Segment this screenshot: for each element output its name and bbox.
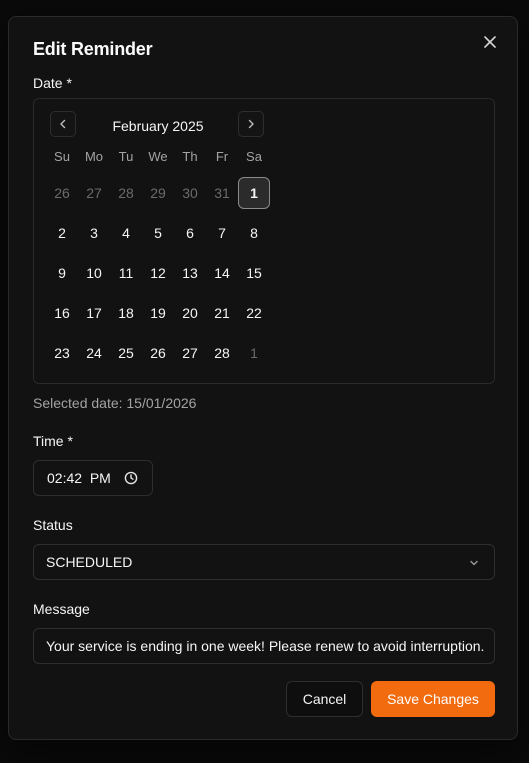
- calendar-day[interactable]: 19: [142, 297, 174, 329]
- date-label: Date *: [33, 75, 72, 91]
- calendar-day[interactable]: 25: [110, 337, 142, 369]
- chevron-right-icon: [248, 119, 254, 129]
- calendar-day[interactable]: 10: [78, 257, 110, 289]
- calendar-day[interactable]: 26: [142, 337, 174, 369]
- calendar-day[interactable]: 23: [46, 337, 78, 369]
- calendar-day[interactable]: 8: [238, 217, 270, 249]
- calendar-day[interactable]: 27: [78, 177, 110, 209]
- calendar-day[interactable]: 7: [206, 217, 238, 249]
- cancel-button[interactable]: Cancel: [286, 681, 363, 717]
- calendar-day[interactable]: 20: [174, 297, 206, 329]
- weekday-header: Su: [54, 149, 70, 164]
- calendar-day[interactable]: 13: [174, 257, 206, 289]
- message-input[interactable]: Your service is ending in one week! Plea…: [33, 628, 495, 664]
- edit-reminder-dialog: Edit Reminder Date * February 2025 Su Mo T…: [8, 16, 518, 740]
- status-value: SCHEDULED: [46, 554, 133, 570]
- next-month-button[interactable]: [238, 111, 264, 137]
- weekday-header: Mo: [84, 149, 104, 164]
- time-value: 02:42 PM: [47, 470, 111, 486]
- calendar-day[interactable]: 16: [46, 297, 78, 329]
- close-icon: [484, 36, 496, 48]
- calendar-day[interactable]: 9: [46, 257, 78, 289]
- calendar-day[interactable]: 28: [206, 337, 238, 369]
- weekday-header: Sa: [246, 149, 262, 164]
- weekday-header: Fr: [215, 149, 229, 164]
- calendar-day[interactable]: 12: [142, 257, 174, 289]
- calendar-day[interactable]: 22: [238, 297, 270, 329]
- calendar-day[interactable]: 6: [174, 217, 206, 249]
- clock-icon[interactable]: [124, 471, 138, 485]
- chevron-down-icon: [470, 560, 478, 566]
- weekday-header: Tu: [118, 149, 134, 164]
- calendar-day[interactable]: 31: [206, 177, 238, 209]
- calendar-day[interactable]: 24: [78, 337, 110, 369]
- weekday-header: Th: [182, 149, 198, 164]
- calendar-day[interactable]: 18: [110, 297, 142, 329]
- calendar-day[interactable]: 11: [110, 257, 142, 289]
- calendar-day[interactable]: 28: [110, 177, 142, 209]
- previous-month-button[interactable]: [50, 111, 76, 137]
- weekday-header: We: [148, 149, 168, 164]
- calendar-day[interactable]: 5: [142, 217, 174, 249]
- calendar-day[interactable]: 17: [78, 297, 110, 329]
- calendar-day[interactable]: 29: [142, 177, 174, 209]
- close-button[interactable]: [481, 33, 499, 51]
- calendar-day[interactable]: 4: [110, 217, 142, 249]
- calendar-day[interactable]: 30: [174, 177, 206, 209]
- status-select[interactable]: SCHEDULED: [33, 544, 495, 580]
- time-label: Time *: [33, 433, 73, 449]
- calendar-month-label: February 2025: [112, 118, 204, 134]
- chevron-left-icon: [60, 119, 66, 129]
- time-input[interactable]: 02:42 PM: [33, 460, 153, 496]
- calendar-day[interactable]: 21: [206, 297, 238, 329]
- calendar-day[interactable]: 15: [238, 257, 270, 289]
- date-calendar: February 2025 Su Mo Tu We Th Fr Sa 26 27 28 29 30 31…: [33, 98, 495, 384]
- calendar-day[interactable]: 26: [46, 177, 78, 209]
- selected-date-text: Selected date: 15/01/2026: [33, 395, 197, 411]
- save-changes-button[interactable]: Save Changes: [371, 681, 495, 717]
- dialog-title: Edit Reminder: [33, 39, 153, 59]
- message-value: Your service is ending in one week! Plea…: [46, 638, 485, 654]
- calendar-day[interactable]: 1: [238, 337, 270, 369]
- calendar-day[interactable]: 2: [46, 217, 78, 249]
- calendar-day[interactable]: 14: [206, 257, 238, 289]
- calendar-day[interactable]: 3: [78, 217, 110, 249]
- calendar-day[interactable]: 1: [238, 177, 270, 209]
- message-label: Message: [33, 601, 90, 617]
- calendar-day[interactable]: 27: [174, 337, 206, 369]
- status-label: Status: [33, 517, 73, 533]
